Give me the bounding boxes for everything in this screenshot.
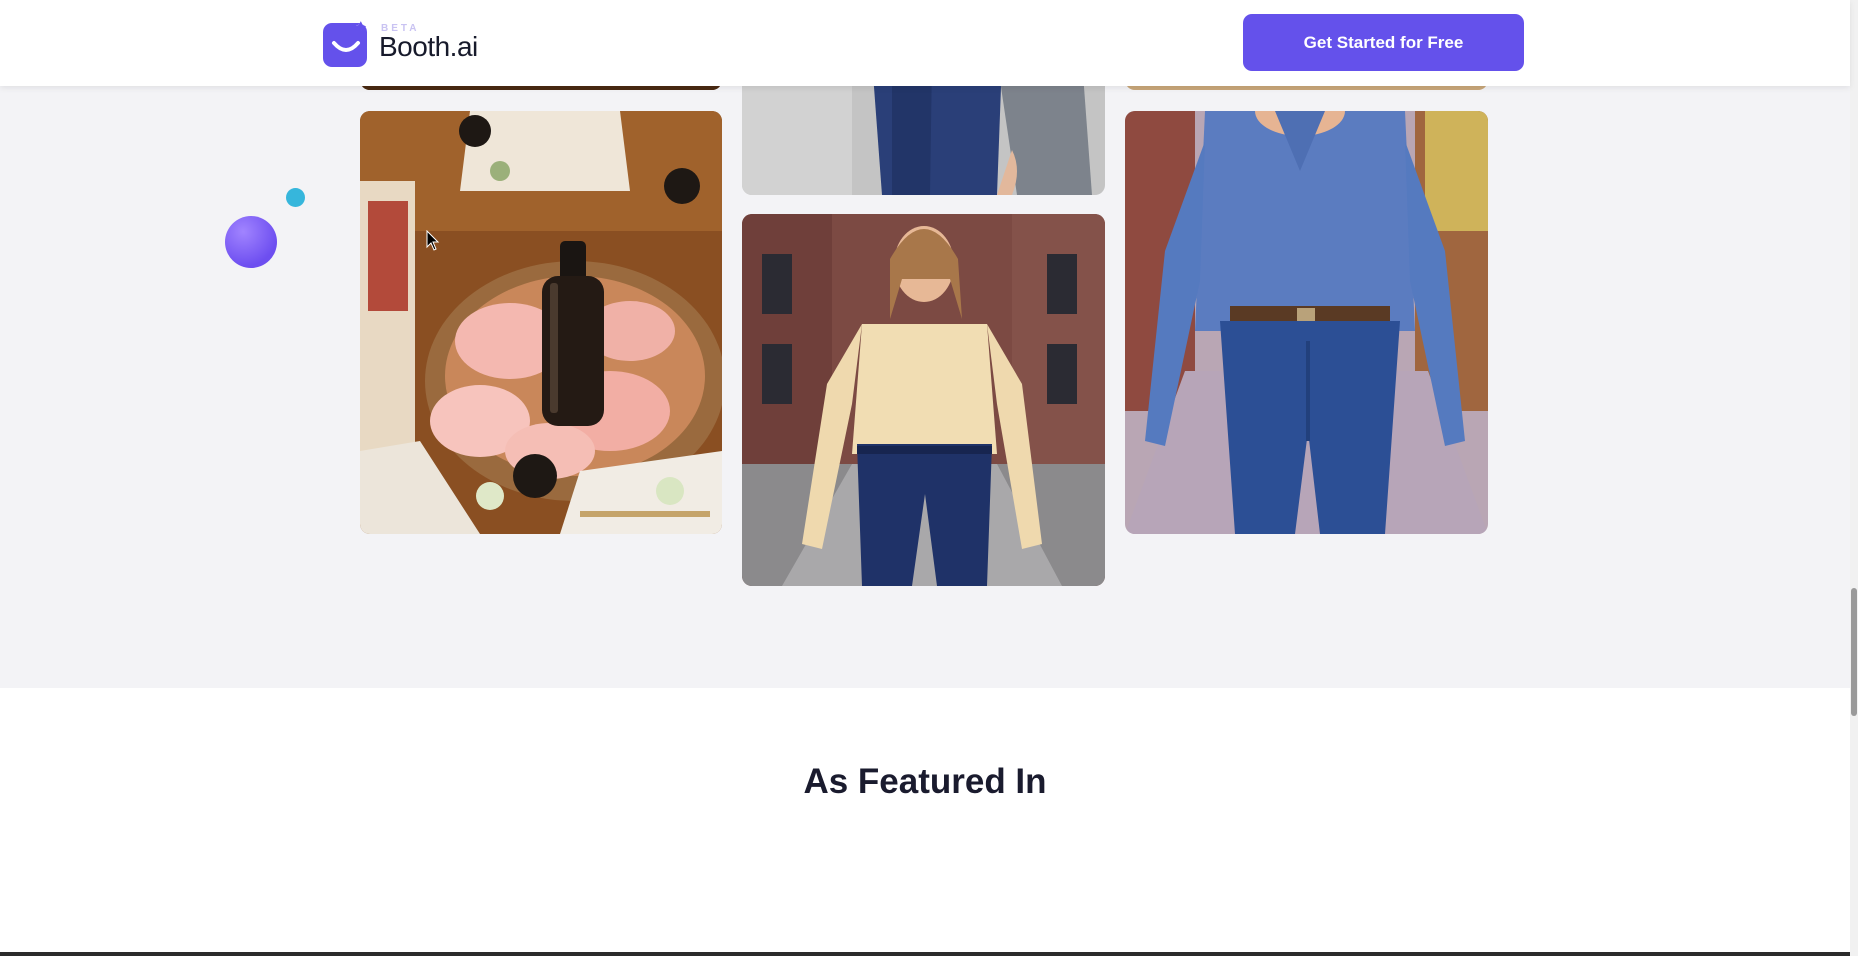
- brand-name: Booth.ai: [379, 31, 478, 62]
- page-bottom-edge: [0, 952, 1850, 956]
- logo[interactable]: BETA Booth.ai: [323, 20, 478, 68]
- gallery-image-cream-blouse: [742, 214, 1105, 586]
- get-started-button[interactable]: Get Started for Free: [1243, 14, 1524, 71]
- featured-title: As Featured In: [803, 762, 1047, 801]
- gallery-image-serum-bottle: [360, 111, 722, 534]
- site-header: BETA Booth.ai Get Started for Free: [0, 0, 1850, 86]
- mouse-cursor-icon: [426, 230, 440, 251]
- featured-section: As Featured In: [0, 688, 1850, 956]
- gallery-image-denim-shirt: [1125, 111, 1488, 534]
- smile-logo-icon: [323, 21, 367, 67]
- scrollbar-track[interactable]: [1850, 0, 1858, 956]
- scrollbar-thumb[interactable]: [1851, 588, 1857, 716]
- decorative-bubble-small: [286, 188, 305, 207]
- decorative-bubble-large: [225, 216, 277, 268]
